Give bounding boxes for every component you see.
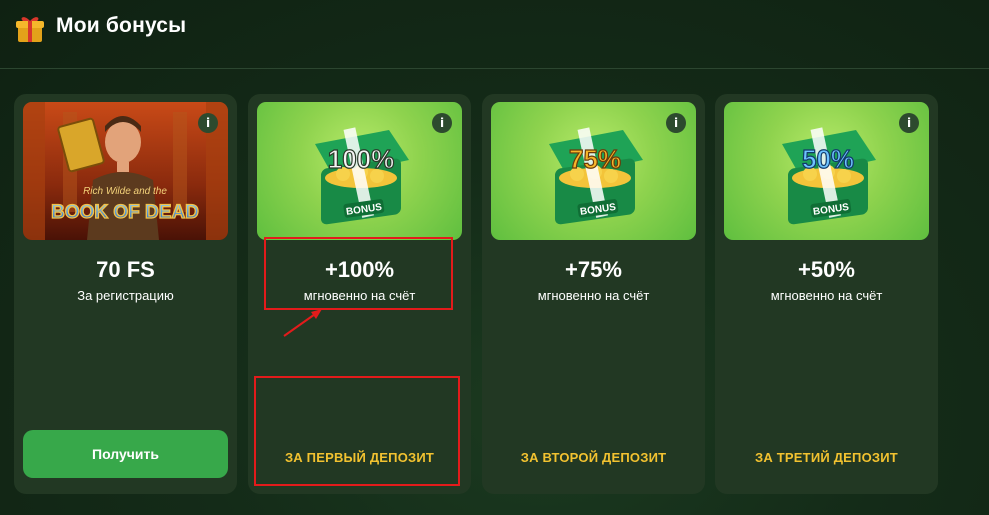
page-title: Мои бонусы	[56, 14, 187, 37]
info-icon[interactable]: i	[198, 113, 218, 133]
bonus-subtitle: мгновенно на счёт	[537, 288, 650, 303]
chest-percent: 50%	[802, 144, 854, 174]
bonus-subtitle: За регистрацию	[77, 288, 174, 303]
info-icon[interactable]: i	[666, 113, 686, 133]
gift-icon	[16, 17, 44, 42]
annotation-arrow-icon	[283, 309, 322, 337]
bonus-chest-image: 75% BONUS i	[491, 102, 696, 240]
bonus-title: +50%	[798, 257, 855, 282]
bonus-card-third-deposit: 50% BONUS i +50% мгновенно на счёт ЗА ТР…	[715, 94, 938, 494]
info-icon[interactable]: i	[899, 113, 919, 133]
get-bonus-button[interactable]: Получить	[23, 430, 228, 478]
bonus-subtitle: мгновенно на счёт	[770, 288, 883, 303]
bonus-card-second-deposit: 75% BONUS i +75% мгновенно на счёт ЗА ВТ…	[482, 94, 705, 494]
book-of-dead-title: BOOK OF DEAD	[51, 202, 199, 223]
info-icon[interactable]: i	[432, 113, 452, 133]
bonus-title: +75%	[565, 257, 622, 282]
deposit-label: ЗА ВТОРОЙ ДЕПОЗИТ	[520, 450, 667, 465]
bonus-title: 70 FS	[96, 257, 155, 282]
book-of-dead-subtitle: Rich Wilde and the	[83, 186, 167, 197]
book-of-dead-image: Rich Wilde and the BOOK OF DEAD i	[23, 102, 228, 240]
bonus-chest-image: 100% BONUS i	[257, 102, 462, 240]
chest-percent: 100%	[328, 144, 395, 174]
annotation-highlight-box	[264, 237, 453, 310]
bonus-card-registration: Rich Wilde and the BOOK OF DEAD i 70 FS …	[14, 94, 237, 494]
deposit-label: ЗА ТРЕТИЙ ДЕПОЗИТ	[755, 450, 898, 465]
page-header: Мои бонусы	[0, 0, 989, 69]
annotation-highlight-box	[254, 376, 460, 486]
chest-percent: 75%	[569, 144, 621, 174]
bonus-chest-image: 50% BONUS i	[724, 102, 929, 240]
